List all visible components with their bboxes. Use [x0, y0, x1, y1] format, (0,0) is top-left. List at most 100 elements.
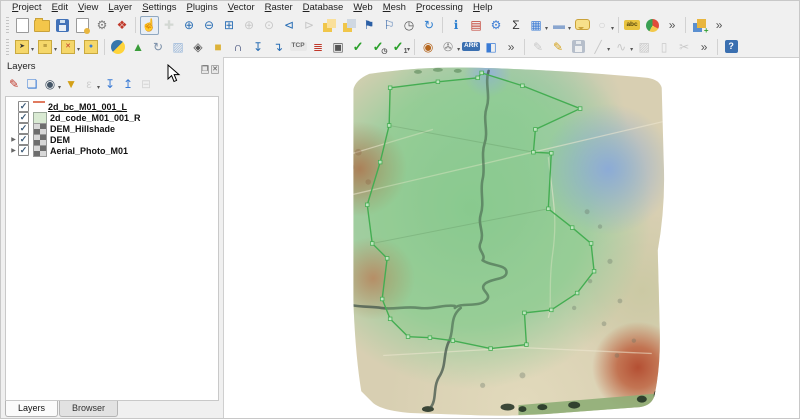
menu-raster[interactable]: Raster	[260, 2, 298, 13]
close-panel-button[interactable]: ✕	[211, 65, 219, 74]
new-spatial-bookmark-button[interactable]: ⚑	[360, 16, 379, 35]
refresh-map-button[interactable]: ↻	[420, 16, 439, 35]
add-layer-button[interactable]: +	[690, 16, 709, 35]
menu-edit[interactable]: Edit	[47, 2, 73, 13]
select-features-by-value-button[interactable]: ≡	[36, 37, 55, 56]
zoom-out-button[interactable]: ⊖	[200, 16, 219, 35]
boundary-vertex	[578, 107, 582, 111]
show-sum-statistics-button[interactable]: Σ	[507, 16, 526, 35]
menu-web[interactable]: Web	[348, 2, 377, 13]
toolbar-row-2: ➤▾≡▾✕▾●▲↻▨◈■∩↧↴TCP≣▣✓✓◷✓1▾◉✇▾ARR◧»✎✎╱▾∿▾…	[1, 36, 799, 58]
temporal-controller-button[interactable]: ◷	[400, 16, 419, 35]
manage-map-themes-button[interactable]: ◉	[42, 76, 59, 92]
new-print-layout-button[interactable]	[73, 16, 92, 35]
expand-arrow-icon[interactable]: ▶	[9, 147, 18, 154]
label-toolbar-button[interactable]: abc	[623, 16, 642, 35]
plugin-reload-button[interactable]: ↻	[149, 37, 168, 56]
toggle-editing-button[interactable]: ✎	[549, 37, 568, 56]
menu-mesh[interactable]: Mesh	[378, 2, 411, 13]
layer-order-panel-button[interactable]: ≣	[309, 37, 328, 56]
map-tips-button[interactable]	[573, 16, 592, 35]
dock-tab-browser[interactable]: Browser	[59, 401, 118, 417]
new-3d-map-view-button[interactable]	[340, 16, 359, 35]
diagram-options-button[interactable]	[643, 16, 662, 35]
delete-selected-button: ▯	[655, 37, 674, 56]
identify-features-button[interactable]: ℹ	[447, 16, 466, 35]
python-console-button[interactable]	[109, 37, 128, 56]
plugin-mesh-button[interactable]: ▨	[169, 37, 188, 56]
layer-visibility-checkbox[interactable]: ✓	[18, 145, 29, 156]
plugin-cube-button[interactable]: ■	[209, 37, 228, 56]
open-layer-styling-panel-button[interactable]: ✎	[6, 76, 23, 92]
deselect-features-button[interactable]: ✕	[59, 37, 78, 56]
open-project-button[interactable]	[33, 16, 52, 35]
zoom-in-button[interactable]: ⊕	[180, 16, 199, 35]
layer-visibility-checkbox[interactable]: ✓	[18, 101, 29, 112]
menu-settings[interactable]: Settings	[137, 2, 181, 13]
toolbar-overflow-3-button[interactable]: »	[502, 37, 521, 56]
check-topology-button[interactable]: ✓◷	[369, 37, 388, 56]
plugin-attachment-button[interactable]: ✇	[439, 37, 458, 56]
zoom-last-icon: ⊲	[284, 19, 294, 31]
measure-line-button[interactable]: ▬	[550, 16, 569, 35]
menu-view[interactable]: View	[73, 2, 103, 13]
select-features-button[interactable]: ➤	[13, 37, 32, 56]
layer-item-2d_code_m01_001_r[interactable]: ✓ 2d_code_M01_001_R	[6, 112, 218, 123]
filter-legend-button[interactable]: ▼	[63, 76, 80, 92]
boundary-vertex	[388, 317, 392, 321]
check-single-button[interactable]: ✓1	[389, 37, 408, 56]
dock-tab-layers[interactable]: Layers	[5, 401, 58, 417]
plugin-animal-button[interactable]: ◉	[419, 37, 438, 56]
check-topology-icon: ✓◷	[373, 40, 384, 53]
plugin-tcp-button[interactable]: TCP	[289, 37, 308, 56]
open-attribute-table-button[interactable]: ▦	[527, 16, 546, 35]
float-panel-button[interactable]: ❐	[201, 65, 209, 74]
pan-map-button[interactable]: ☝	[140, 16, 159, 35]
toolbar-overflow-4-button[interactable]: »	[695, 37, 714, 56]
new-map-view-button[interactable]	[320, 16, 339, 35]
select-by-location-button[interactable]: ●	[82, 37, 101, 56]
menu-help[interactable]: Help	[468, 2, 498, 13]
zoom-last-button[interactable]: ⊲	[280, 16, 299, 35]
show-spatial-bookmarks-button[interactable]: ⚐	[380, 16, 399, 35]
download-layer-button[interactable]: ↧	[249, 37, 268, 56]
menu-database[interactable]: Database	[298, 2, 349, 13]
menu-layer[interactable]: Layer	[103, 2, 137, 13]
plugin-terrain-button[interactable]: ▲	[129, 37, 148, 56]
layer-item-dem_hillshade[interactable]: ✓DEM_Hillshade	[6, 123, 218, 134]
toolbar-overflow-2-button[interactable]: »	[710, 16, 729, 35]
plugin-profile-button[interactable]: ◈	[189, 37, 208, 56]
style-manager-icon: ❖	[117, 19, 128, 31]
plugin-screen-button[interactable]: ▣	[329, 37, 348, 56]
processing-toolbox-button[interactable]: ⚙	[487, 16, 506, 35]
add-group-button[interactable]: ❏	[24, 76, 41, 92]
import-layer-button[interactable]: ↴	[269, 37, 288, 56]
toolbar-overflow-1-button[interactable]: »	[663, 16, 682, 35]
layer-item-dem[interactable]: ▶✓DEM	[6, 134, 218, 145]
layer-visibility-checkbox[interactable]: ✓	[18, 112, 29, 123]
layer-item-2d_bc_m01_001_l[interactable]: ✓2d_bc_M01_001_L	[6, 101, 218, 112]
show-layout-manager-button[interactable]: ⚙	[93, 16, 112, 35]
layer-visibility-checkbox[interactable]: ✓	[18, 123, 29, 134]
check-validity-button[interactable]: ✓	[349, 37, 368, 56]
menu-vector[interactable]: Vector	[223, 2, 260, 13]
collapse-all-button[interactable]: ↥	[120, 76, 137, 92]
style-manager-button[interactable]: ❖	[113, 16, 132, 35]
menu-processing[interactable]: Processing	[411, 2, 468, 13]
statistical-summary-button[interactable]: ▤	[467, 16, 486, 35]
plugin-arr-button[interactable]: ARR	[462, 37, 481, 56]
expand-all-button[interactable]: ↧	[102, 76, 119, 92]
plugin-panel-button[interactable]: ◧	[482, 37, 501, 56]
new-project-button[interactable]	[13, 16, 32, 35]
zoom-full-button[interactable]: ⊞	[220, 16, 239, 35]
grass-tools-button[interactable]: ∩	[229, 37, 248, 56]
layer-label: 2d_code_M01_001_R	[50, 113, 141, 123]
expand-arrow-icon[interactable]: ▶	[9, 136, 18, 143]
menu-project[interactable]: Project	[7, 2, 47, 13]
layer-visibility-checkbox[interactable]: ✓	[18, 134, 29, 145]
menu-plugins[interactable]: Plugins	[182, 2, 223, 13]
help-button[interactable]: ?	[722, 37, 741, 56]
layer-item-aerial_photo_m01[interactable]: ▶✓Aerial_Photo_M01	[6, 145, 218, 156]
map-canvas[interactable]	[223, 57, 799, 418]
save-project-button[interactable]	[53, 16, 72, 35]
